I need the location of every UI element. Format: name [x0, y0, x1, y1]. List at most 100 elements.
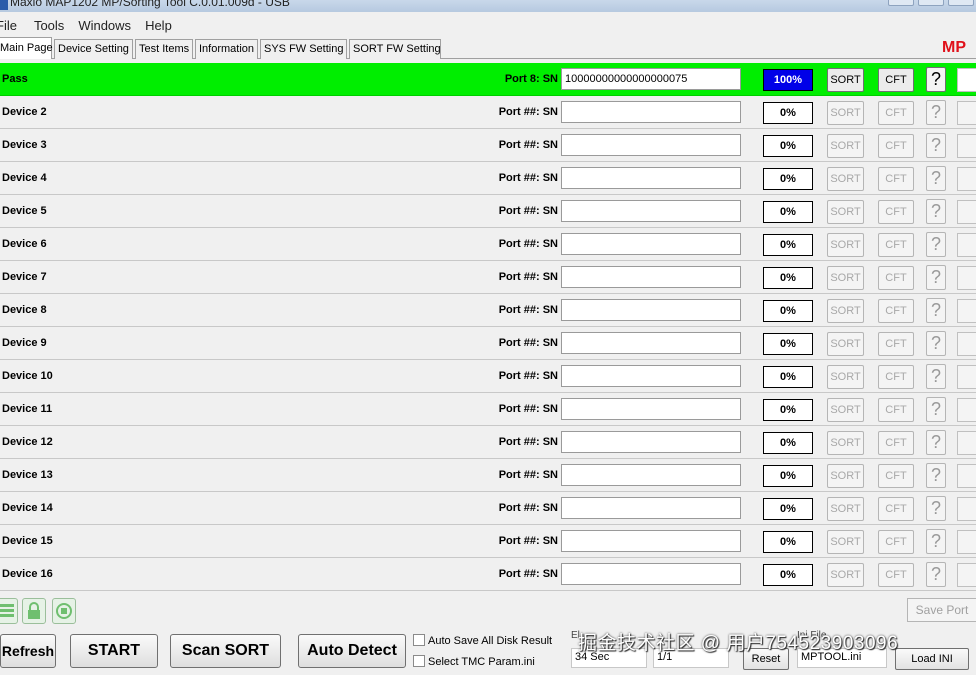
- cft-button[interactable]: CFT: [878, 398, 914, 422]
- device-label: Pass: [2, 73, 28, 85]
- serial-number-field[interactable]: [561, 365, 741, 387]
- serial-number-field[interactable]: [561, 563, 741, 585]
- auto-save-checkbox[interactable]: Auto Save All Disk Result: [413, 634, 552, 647]
- cft-button[interactable]: CFT: [878, 167, 914, 191]
- serial-number-field[interactable]: [561, 233, 741, 255]
- start-button[interactable]: START: [70, 634, 158, 668]
- serial-number-field[interactable]: [561, 497, 741, 519]
- device-label: Device 8: [2, 304, 47, 316]
- sort-button[interactable]: SORT: [827, 101, 864, 125]
- serial-number-field[interactable]: [561, 299, 741, 321]
- serial-number-field[interactable]: [561, 200, 741, 222]
- sort-button[interactable]: SORT: [827, 530, 864, 554]
- checkbox-box[interactable]: [413, 634, 425, 646]
- sort-button[interactable]: SORT: [827, 68, 864, 92]
- serial-number-field[interactable]: [561, 431, 741, 453]
- close-button[interactable]: [948, 0, 974, 6]
- cft-button[interactable]: CFT: [878, 332, 914, 356]
- cft-button[interactable]: CFT: [878, 497, 914, 521]
- help-button[interactable]: ?: [926, 463, 946, 488]
- progress-box: 0%: [763, 564, 813, 586]
- serial-number-field[interactable]: [561, 101, 741, 123]
- stop-icon[interactable]: [52, 598, 76, 624]
- help-button[interactable]: ?: [926, 397, 946, 422]
- progress-box: 0%: [763, 432, 813, 454]
- sort-button[interactable]: SORT: [827, 464, 864, 488]
- tab-test-items[interactable]: Test Items: [135, 39, 193, 59]
- menu-help[interactable]: Help: [145, 18, 172, 33]
- minimize-button[interactable]: [888, 0, 914, 6]
- auto-detect-button[interactable]: Auto Detect: [298, 634, 406, 668]
- menu-file[interactable]: File: [0, 18, 17, 33]
- help-button[interactable]: ?: [926, 331, 946, 356]
- help-button[interactable]: ?: [926, 529, 946, 554]
- help-button[interactable]: ?: [926, 265, 946, 290]
- load-ini-button[interactable]: Load INI: [895, 648, 969, 670]
- save-port-button[interactable]: Save Port: [907, 598, 976, 622]
- sort-button[interactable]: SORT: [827, 431, 864, 455]
- cft-button[interactable]: CFT: [878, 563, 914, 587]
- help-button[interactable]: ?: [926, 166, 946, 191]
- help-button[interactable]: ?: [926, 364, 946, 389]
- status-box: [957, 68, 976, 92]
- progress-box: 0%: [763, 531, 813, 553]
- status-box: [957, 266, 976, 290]
- serial-number-field[interactable]: [561, 134, 741, 156]
- sort-button[interactable]: SORT: [827, 299, 864, 323]
- tab-main-page[interactable]: Main Page: [0, 37, 53, 59]
- checkbox-box[interactable]: [413, 655, 425, 667]
- serial-number-field[interactable]: [561, 266, 741, 288]
- help-button[interactable]: ?: [926, 133, 946, 158]
- list-icon[interactable]: [0, 598, 18, 624]
- cft-button[interactable]: CFT: [878, 101, 914, 125]
- cft-button[interactable]: CFT: [878, 200, 914, 224]
- sort-button[interactable]: SORT: [827, 563, 864, 587]
- tab-information[interactable]: Information: [195, 39, 258, 59]
- sort-button[interactable]: SORT: [827, 332, 864, 356]
- cft-button[interactable]: CFT: [878, 299, 914, 323]
- menu-tools[interactable]: Tools: [34, 18, 64, 33]
- cft-button[interactable]: CFT: [878, 134, 914, 158]
- help-button[interactable]: ?: [926, 562, 946, 587]
- sort-button[interactable]: SORT: [827, 365, 864, 389]
- device-label: Device 16: [2, 568, 53, 580]
- sort-button[interactable]: SORT: [827, 134, 864, 158]
- help-button[interactable]: ?: [926, 232, 946, 257]
- sort-button[interactable]: SORT: [827, 398, 864, 422]
- cft-button[interactable]: CFT: [878, 464, 914, 488]
- cft-button[interactable]: CFT: [878, 233, 914, 257]
- cft-button[interactable]: CFT: [878, 365, 914, 389]
- sort-button[interactable]: SORT: [827, 233, 864, 257]
- sort-button[interactable]: SORT: [827, 167, 864, 191]
- tab-sort-fw-setting[interactable]: SORT FW Setting: [349, 39, 441, 59]
- lock-icon[interactable]: [22, 598, 46, 624]
- refresh-button[interactable]: Refresh: [0, 634, 56, 668]
- select-tmc-checkbox[interactable]: Select TMC Param.ini: [413, 655, 535, 668]
- progress-box: 100%: [763, 69, 813, 91]
- tab-device-setting[interactable]: Device Setting: [54, 39, 133, 59]
- serial-number-field[interactable]: [561, 464, 741, 486]
- tab-sys-fw-setting[interactable]: SYS FW Setting: [260, 39, 347, 59]
- serial-number-field[interactable]: [561, 530, 741, 552]
- cft-button[interactable]: CFT: [878, 530, 914, 554]
- serial-number-field[interactable]: [561, 167, 741, 189]
- serial-number-field[interactable]: [561, 332, 741, 354]
- help-button[interactable]: ?: [926, 298, 946, 323]
- sort-button[interactable]: SORT: [827, 497, 864, 521]
- status-box: [957, 299, 976, 323]
- cft-button[interactable]: CFT: [878, 431, 914, 455]
- help-button[interactable]: ?: [926, 199, 946, 224]
- cft-button[interactable]: CFT: [878, 68, 914, 92]
- menu-windows[interactable]: Windows: [78, 18, 131, 33]
- sort-button[interactable]: SORT: [827, 266, 864, 290]
- serial-number-field[interactable]: 10000000000000000075: [561, 68, 741, 90]
- help-button[interactable]: ?: [926, 67, 946, 92]
- sort-button[interactable]: SORT: [827, 200, 864, 224]
- serial-number-field[interactable]: [561, 398, 741, 420]
- maximize-button[interactable]: [918, 0, 944, 6]
- scan-sort-button[interactable]: Scan SORT: [170, 634, 281, 668]
- help-button[interactable]: ?: [926, 430, 946, 455]
- help-button[interactable]: ?: [926, 496, 946, 521]
- help-button[interactable]: ?: [926, 100, 946, 125]
- cft-button[interactable]: CFT: [878, 266, 914, 290]
